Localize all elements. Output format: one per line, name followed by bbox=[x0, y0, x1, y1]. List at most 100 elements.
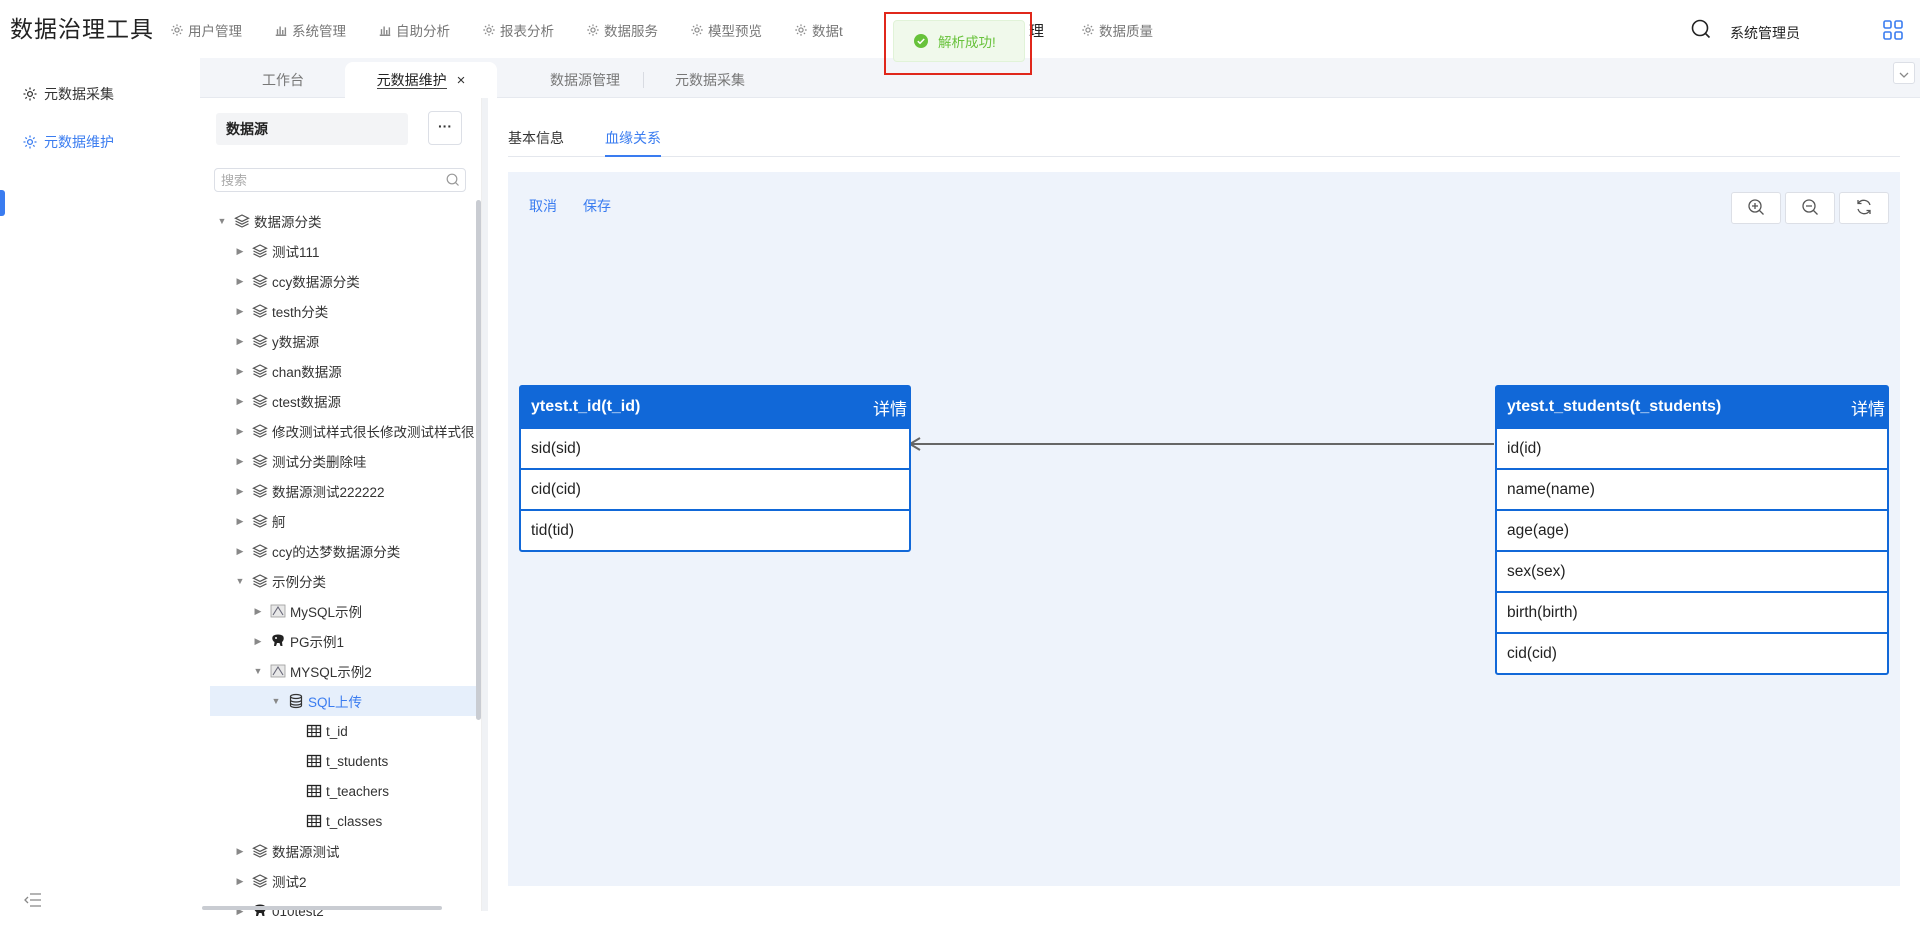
tree-horizontal-scrollbar[interactable] bbox=[202, 906, 442, 910]
caret-right-icon[interactable]: ▶ bbox=[234, 366, 246, 377]
caret-down-icon[interactable]: ▼ bbox=[216, 216, 228, 226]
tree-node-label: 示例分类 bbox=[272, 575, 326, 590]
tree-node[interactable]: ▶ ccy的达梦数据源分类 bbox=[210, 536, 476, 566]
sidebar-item-metadata-maintenance[interactable]: 元数据维护 bbox=[0, 122, 200, 162]
lineage-canvas[interactable]: 取消 保存 ytest.t_id(t_id) 详情 sid(sid) cid(c… bbox=[508, 172, 1900, 886]
tree-node[interactable]: ▶ PG示例1 bbox=[210, 626, 476, 656]
entity-field[interactable]: cid(cid) bbox=[521, 468, 909, 509]
tabs-dropdown-button[interactable] bbox=[1893, 62, 1915, 84]
caret-right-icon[interactable]: ▶ bbox=[252, 606, 264, 617]
tab-datasource-management[interactable]: 数据源管理 bbox=[525, 62, 645, 98]
nav-item-data-partial[interactable]: 数据t bbox=[794, 20, 843, 40]
entity-field[interactable]: id(id) bbox=[1497, 427, 1887, 468]
nav-item-data-quality[interactable]: 数据质量 bbox=[1081, 20, 1153, 40]
caret-right-icon[interactable]: ▶ bbox=[234, 456, 246, 467]
tree-leaf-table[interactable]: t_teachers bbox=[210, 776, 476, 806]
nav-item-data-service[interactable]: 数据服务 bbox=[586, 20, 658, 40]
tree-node[interactable]: ▶ y数据源 bbox=[210, 326, 476, 356]
caret-down-icon[interactable]: ▼ bbox=[234, 576, 246, 586]
table-icon bbox=[306, 723, 322, 739]
tree-node[interactable]: ▶ 舸 bbox=[210, 506, 476, 536]
caret-right-icon[interactable]: ▶ bbox=[234, 306, 246, 317]
nav-item-model-preview[interactable]: 模型预览 bbox=[690, 20, 762, 40]
layers-icon bbox=[252, 483, 268, 499]
tree-node[interactable]: ▶ testh分类 bbox=[210, 296, 476, 326]
postgresql-icon bbox=[270, 633, 286, 649]
caret-down-icon[interactable]: ▼ bbox=[270, 696, 282, 706]
nav-item-user-management[interactable]: 用户管理 bbox=[170, 20, 242, 40]
entity-field[interactable]: age(age) bbox=[1497, 509, 1887, 550]
caret-right-icon[interactable]: ▶ bbox=[234, 546, 246, 557]
entity-field[interactable]: sid(sid) bbox=[521, 427, 909, 468]
entity-detail-link[interactable]: 详情 bbox=[1851, 395, 1887, 420]
tree-node[interactable]: ▶ ccy数据源分类 bbox=[210, 266, 476, 296]
entity-field[interactable]: name(name) bbox=[1497, 468, 1887, 509]
tree-node[interactable]: ▶ chan数据源 bbox=[210, 356, 476, 386]
close-icon[interactable]: × bbox=[457, 72, 466, 89]
refresh-button[interactable] bbox=[1839, 192, 1889, 224]
nav-item-self-analysis[interactable]: 自助分析 bbox=[378, 20, 450, 40]
search-icon[interactable] bbox=[1690, 18, 1712, 40]
entity-table-t-students[interactable]: ytest.t_students(t_students) 详情 id(id) n… bbox=[1495, 385, 1889, 675]
zoom-out-button[interactable] bbox=[1785, 192, 1835, 224]
tree-scrollbar[interactable] bbox=[476, 200, 481, 720]
caret-right-icon[interactable]: ▶ bbox=[234, 426, 246, 437]
entity-field[interactable]: cid(cid) bbox=[1497, 632, 1887, 673]
entity-detail-link[interactable]: 详情 bbox=[873, 395, 909, 420]
tree-node[interactable]: ▶ 010test2 bbox=[210, 896, 476, 926]
caret-right-icon[interactable]: ▶ bbox=[234, 846, 246, 857]
tab-metadata-collection[interactable]: 元数据采集 bbox=[655, 62, 765, 98]
entity-field[interactable]: birth(birth) bbox=[1497, 591, 1887, 632]
more-button[interactable]: ··· bbox=[428, 111, 462, 145]
bar-chart-icon bbox=[274, 23, 288, 37]
user-name[interactable]: 系统管理员 bbox=[1730, 23, 1800, 43]
database-icon bbox=[288, 693, 304, 709]
zoom-in-button[interactable] bbox=[1731, 192, 1781, 224]
tree-search-input[interactable] bbox=[214, 168, 466, 192]
subtab-lineage[interactable]: 血缘关系 bbox=[605, 128, 661, 148]
lineage-arrowhead bbox=[908, 437, 921, 451]
tree-leaf-table[interactable]: t_id bbox=[210, 716, 476, 746]
zoom-out-icon bbox=[1801, 198, 1819, 219]
tree-node[interactable]: ▶ 测试2 bbox=[210, 866, 476, 896]
caret-down-icon[interactable]: ▼ bbox=[252, 666, 264, 676]
tree-node[interactable]: ▼ 示例分类 bbox=[210, 566, 476, 596]
cancel-button[interactable]: 取消 bbox=[529, 196, 557, 216]
tab-workbench[interactable]: 工作台 bbox=[238, 62, 328, 98]
caret-right-icon[interactable]: ▶ bbox=[234, 486, 246, 497]
tree-node[interactable]: ▶ 修改测试样式很长修改测试样式很 bbox=[210, 416, 476, 446]
tree-node[interactable]: ▼ 数据源分类 bbox=[210, 206, 476, 236]
tree-node[interactable]: ▶ 测试分类删除哇 bbox=[210, 446, 476, 476]
tree-leaf-table[interactable]: t_classes bbox=[210, 806, 476, 836]
mysql-icon bbox=[270, 603, 286, 619]
entity-table-t-id[interactable]: ytest.t_id(t_id) 详情 sid(sid) cid(cid) ti… bbox=[519, 385, 911, 552]
collapse-sidebar-icon[interactable] bbox=[24, 893, 42, 907]
tree-node[interactable]: ▶ 数据源测试222222 bbox=[210, 476, 476, 506]
save-button[interactable]: 保存 bbox=[583, 196, 611, 216]
entity-field[interactable]: tid(tid) bbox=[521, 509, 909, 550]
entity-field[interactable]: sex(sex) bbox=[1497, 550, 1887, 591]
tree-node[interactable]: ▶ MySQL示例 bbox=[210, 596, 476, 626]
nav-item-report-analysis[interactable]: 报表分析 bbox=[482, 20, 554, 40]
app-grid-icon[interactable] bbox=[1883, 20, 1903, 40]
caret-right-icon[interactable]: ▶ bbox=[234, 276, 246, 287]
search-icon[interactable] bbox=[446, 173, 460, 187]
caret-right-icon[interactable]: ▶ bbox=[252, 636, 264, 647]
caret-right-icon[interactable]: ▶ bbox=[234, 876, 246, 887]
tree-node[interactable]: ▶ 数据源测试 bbox=[210, 836, 476, 866]
tree-node[interactable]: ▼ MYSQL示例2 bbox=[210, 656, 476, 686]
tree-node[interactable]: ▶ ctest数据源 bbox=[210, 386, 476, 416]
tree-node[interactable]: ▼ SQL上传 bbox=[210, 686, 476, 716]
tree-leaf-table[interactable]: t_students bbox=[210, 746, 476, 776]
subtab-basic-info[interactable]: 基本信息 bbox=[508, 128, 564, 148]
gear-icon bbox=[690, 23, 704, 37]
tree-node[interactable]: ▶ 测试111 bbox=[210, 236, 476, 266]
caret-right-icon[interactable]: ▶ bbox=[234, 246, 246, 257]
sidebar-item-metadata-collection[interactable]: 元数据采集 bbox=[0, 74, 200, 114]
caret-right-icon[interactable]: ▶ bbox=[234, 396, 246, 407]
tab-metadata-maintenance[interactable]: 元数据维护 × bbox=[345, 62, 497, 98]
caret-right-icon[interactable]: ▶ bbox=[234, 336, 246, 347]
nav-item-system-management[interactable]: 系统管理 bbox=[274, 20, 346, 40]
gear-icon bbox=[482, 23, 496, 37]
caret-right-icon[interactable]: ▶ bbox=[234, 516, 246, 527]
